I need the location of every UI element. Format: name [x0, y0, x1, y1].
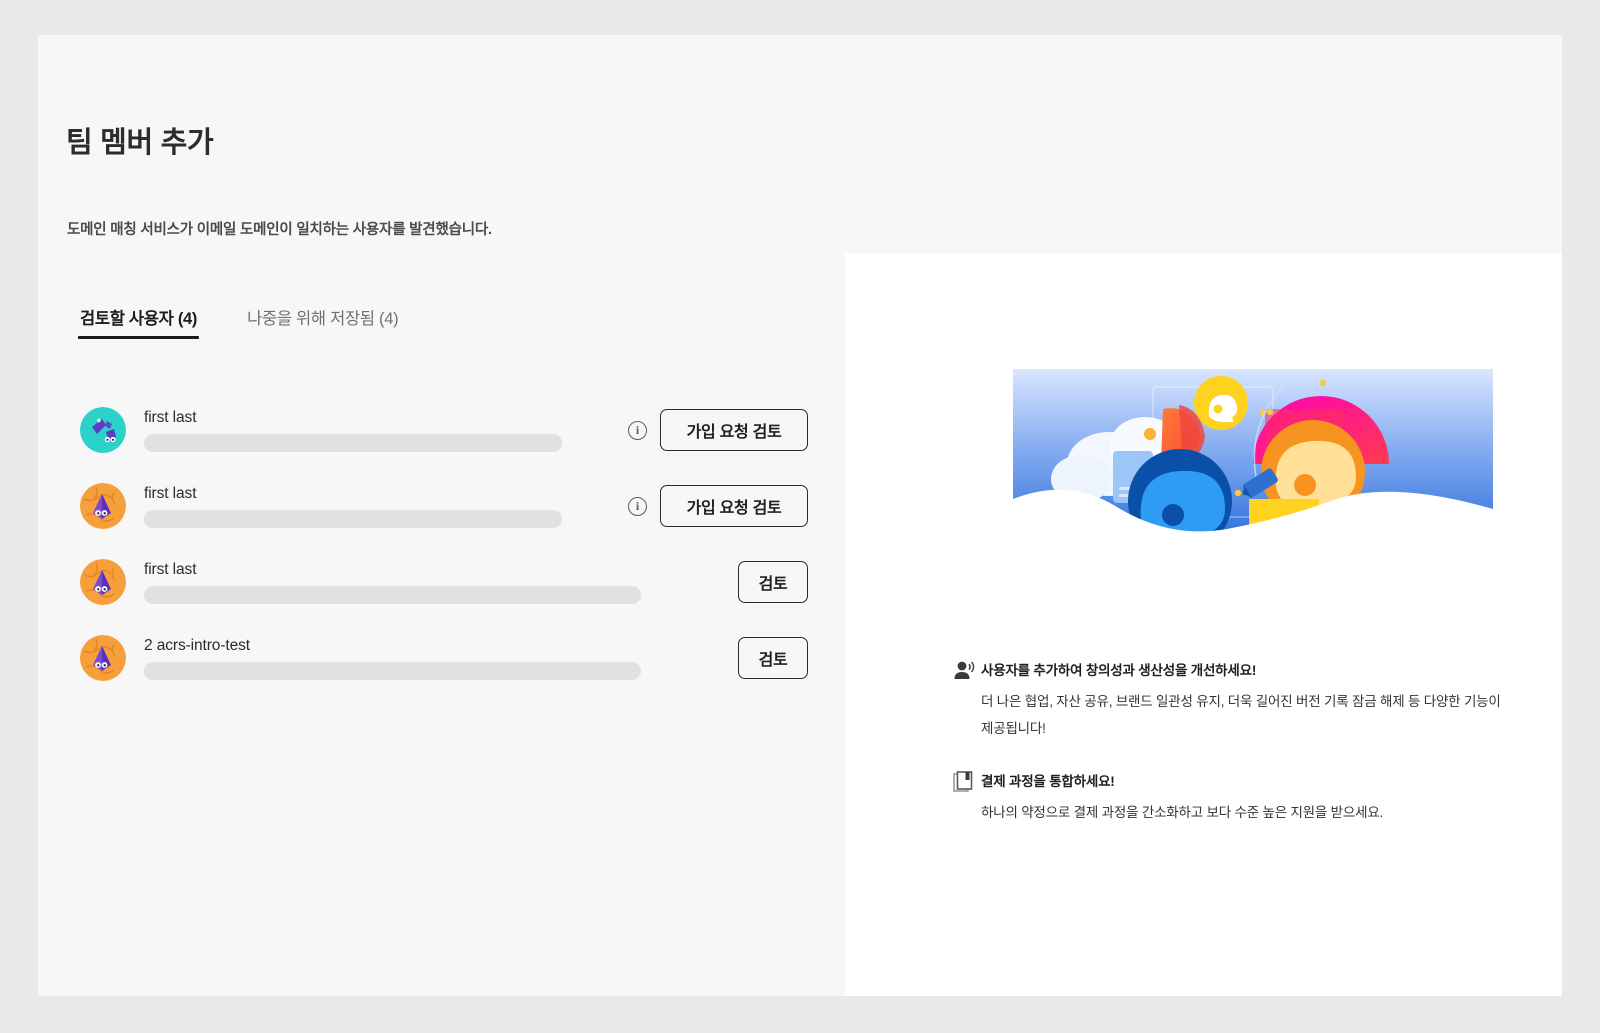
benefit-list: 사용자를 추가하여 창의성과 생산성을 개선하세요! 더 나은 협업, 자산 공… — [953, 659, 1513, 854]
team-collaboration-illustration — [1013, 369, 1493, 559]
info-circle-icon[interactable]: i — [628, 496, 647, 516]
list-item: 2 acrs-intro-test 검토 — [78, 620, 808, 696]
avatar — [80, 483, 126, 529]
tab-bar: 검토할 사용자 (4) 나중을 위해 저장됨 (4) — [78, 305, 400, 351]
review-join-request-button[interactable]: 가입 요청 검토 — [660, 485, 808, 527]
list-item: first last i 가입 요청 검토 — [78, 468, 808, 544]
user-identity: 2 acrs-intro-test — [144, 636, 706, 680]
user-email-redacted — [144, 510, 562, 528]
review-button[interactable]: 검토 — [738, 561, 808, 603]
benefit-description: 하나의 약정으로 결제 과정을 간소화하고 보다 수준 높은 지원을 받으세요. — [981, 805, 1384, 820]
user-email-redacted — [144, 586, 641, 604]
review-button[interactable]: 검토 — [738, 637, 808, 679]
avatar — [80, 407, 126, 453]
user-email-redacted — [144, 662, 641, 680]
benefit-description: 더 나은 협업, 자산 공유, 브랜드 일관성 유지, 더욱 길어진 버전 기록… — [981, 694, 1501, 736]
user-name: first last — [144, 561, 197, 578]
avatar — [80, 559, 126, 605]
left-pane: 팀 멤버 추가 도메인 매칭 서비스가 이메일 도메인이 일치하는 사용자를 발… — [38, 35, 845, 996]
tab-users-to-review[interactable]: 검토할 사용자 (4) — [78, 305, 200, 351]
benefit-item: 사용자를 추가하여 창의성과 생산성을 개선하세요! 더 나은 협업, 자산 공… — [953, 659, 1513, 742]
avatar — [80, 635, 126, 681]
user-identity: first last — [144, 484, 628, 528]
list-item: first last i 가입 요청 검토 — [78, 392, 808, 468]
user-list: first last i 가입 요청 검토 first last i 가입 요청… — [78, 392, 808, 696]
user-name: first last — [144, 485, 197, 502]
tab-saved-for-later[interactable]: 나중을 위해 저장됨 (4) — [245, 305, 400, 351]
row-actions: i 가입 요청 검토 — [628, 409, 808, 451]
user-identity: first last — [144, 408, 628, 452]
add-team-members-card: 팀 멤버 추가 도메인 매칭 서비스가 이메일 도메인이 일치하는 사용자를 발… — [38, 35, 1562, 996]
benefit-item: 결제 과정을 통합하세요! 하나의 약정으로 결제 과정을 간소화하고 보다 수… — [953, 770, 1513, 826]
row-actions: i 가입 요청 검토 — [628, 485, 808, 527]
review-join-request-button[interactable]: 가입 요청 검토 — [660, 409, 808, 451]
benefit-body: 사용자를 추가하여 창의성과 생산성을 개선하세요! 더 나은 협업, 자산 공… — [981, 659, 1513, 742]
benefit-title: 결제 과정을 통합하세요! — [981, 774, 1115, 789]
row-actions: 검토 — [706, 561, 808, 603]
user-email-redacted — [144, 434, 562, 452]
user-add-icon — [953, 659, 981, 680]
row-actions: 검토 — [706, 637, 808, 679]
billing-document-icon — [953, 770, 981, 792]
info-circle-icon[interactable]: i — [628, 420, 647, 440]
list-item: first last 검토 — [78, 544, 808, 620]
page-title: 팀 멤버 추가 — [66, 127, 214, 159]
benefit-body: 결제 과정을 통합하세요! 하나의 약정으로 결제 과정을 간소화하고 보다 수… — [981, 770, 1513, 826]
benefit-title: 사용자를 추가하여 창의성과 생산성을 개선하세요! — [981, 663, 1257, 678]
user-name: 2 acrs-intro-test — [144, 637, 250, 654]
page-subtitle: 도메인 매칭 서비스가 이메일 도메인이 일치하는 사용자를 발견했습니다. — [67, 222, 492, 238]
promo-pane: 사용자를 추가하여 창의성과 생산성을 개선하세요! 더 나은 협업, 자산 공… — [845, 253, 1562, 996]
user-identity: first last — [144, 560, 706, 604]
user-name: first last — [144, 409, 197, 426]
